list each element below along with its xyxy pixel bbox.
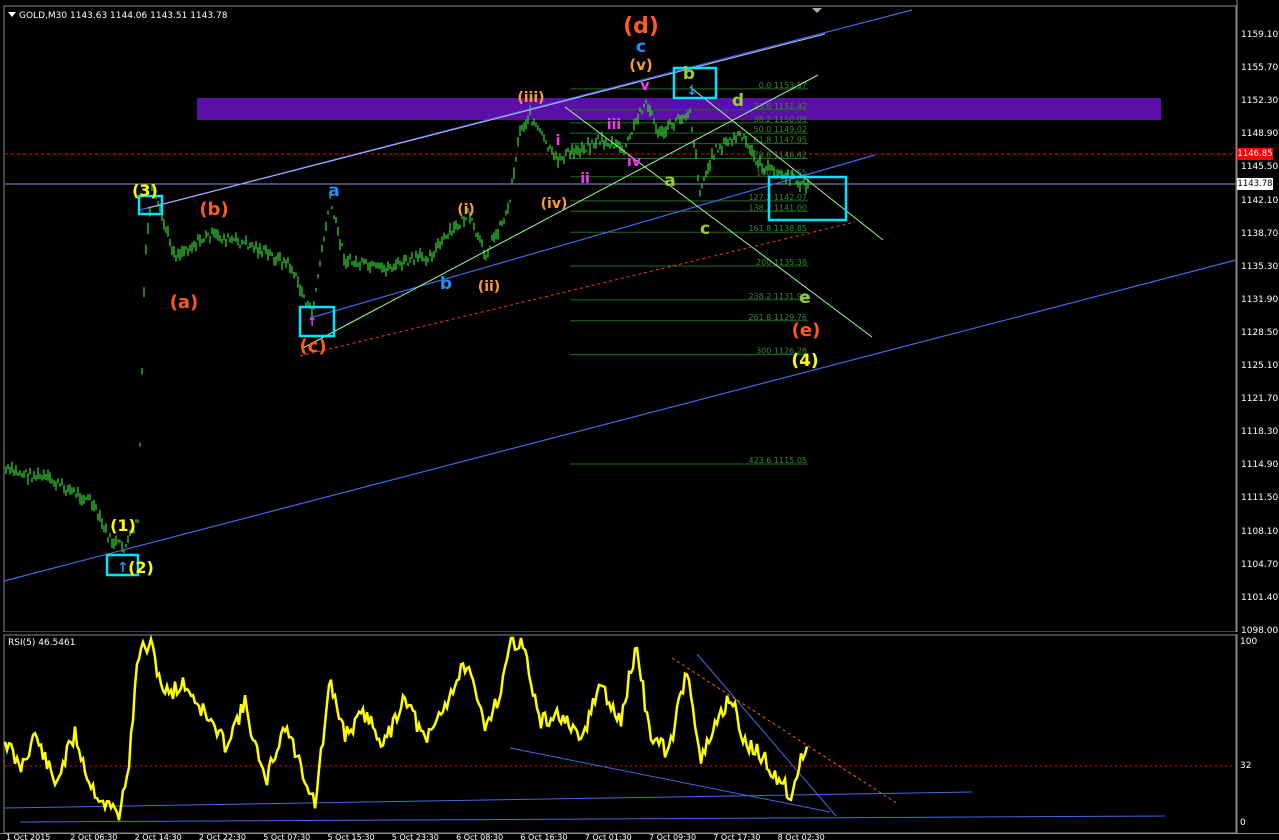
price-axis-label: 1118.30 [1241, 427, 1279, 438]
wave-label: (iii) [517, 90, 544, 106]
fib-level-label: 423.6 1115.05 [748, 456, 807, 465]
wave-label: d [732, 91, 744, 111]
wave-label: a [664, 171, 675, 191]
price-axis-label: 1131.90 [1241, 294, 1279, 305]
price-axis-label: 1145.50 [1241, 162, 1279, 173]
price-axis-label: 1128.50 [1241, 327, 1279, 338]
wave-label: b [440, 274, 452, 294]
symbol-title: GOLD,M30 [19, 11, 68, 21]
price-axis-label: 1125.10 [1241, 361, 1279, 371]
red-dotted-trendline[interactable] [299, 221, 856, 357]
main-price-pane[interactable]: 0.0 1153.57 23.6 1151.42 38.2 1150.09 50.0 … [0, 0, 1279, 636]
current-price-box: 1143.78 [1237, 178, 1273, 190]
wave-label: b [683, 64, 695, 84]
fib-level-label: 200 1135.38 [756, 258, 807, 267]
wave-label: c [636, 37, 646, 57]
red-line-price-box: 1146.85 [1237, 148, 1273, 160]
wave-label: ii [580, 171, 590, 187]
chart-header: GOLD,M30 1143.63 1144.06 1143.51 1143.78 [8, 11, 227, 21]
rsi-trendline-1[interactable] [509, 747, 831, 813]
fib-level-label: 161.8 1138.85 [748, 224, 807, 233]
scroll-marker-icon[interactable] [812, 8, 822, 13]
down-trendline-1[interactable] [564, 106, 873, 338]
price-series [5, 99, 809, 554]
price-axis-label: 1148.90 [1241, 129, 1279, 140]
down-arrow-icon: ↓ [686, 83, 698, 99]
wave-label: (4) [791, 351, 818, 371]
rsi-trendline-2[interactable] [696, 653, 837, 817]
price-axis-label: 1108.10 [1241, 526, 1279, 537]
price-axis-label: 1121.70 [1241, 394, 1279, 405]
price-axis-label: 1135.30 [1241, 261, 1279, 272]
price-axis-label: 1159.10 [1241, 30, 1279, 40]
rsi-line [3, 634, 809, 821]
wave-label: (c) [299, 336, 326, 357]
rsi-level-100: 100 [1240, 637, 1258, 647]
wave-label: (ii) [478, 279, 500, 295]
wave-label: i [556, 133, 561, 149]
wave-label: (1) [110, 516, 136, 535]
wave-label: iii [607, 117, 621, 133]
up-arrow-icon: ↑ [117, 560, 129, 576]
fib-level-label: 50.0 1149.02 [754, 125, 807, 134]
fib-level-label: 0.0 1153.57 [759, 81, 807, 90]
wave-label: (v) [629, 56, 653, 74]
price-axis-label: 1152.30 [1241, 96, 1279, 107]
price-axis-label: 1104.70 [1241, 559, 1279, 570]
rsi-level-0: 0 [1240, 818, 1246, 828]
wave-label: (e) [792, 320, 821, 341]
fib-level-label: 138.2 1141.00 [748, 203, 807, 212]
chart-window: 0.0 1153.57 23.6 1151.42 38.2 1150.09 50.0 … [0, 0, 1279, 840]
price-axis-label: 1101.40 [1241, 592, 1279, 603]
fib-level-label: 38.2 1150.09 [754, 115, 807, 124]
price-axis-label: 1142.10 [1241, 195, 1279, 206]
rsi-bottom-line[interactable] [19, 815, 1166, 823]
wave-label: (a) [170, 292, 199, 313]
wave-label: v [640, 78, 649, 94]
price-axis-label: 1114.90 [1241, 460, 1279, 471]
wave-label: (3) [132, 181, 158, 200]
wave-label: a [328, 181, 339, 201]
ohlc-values: 1143.63 1144.06 1143.51 1143.78 [69, 11, 228, 21]
rsi-title: RSI(5) 46.5461 [8, 638, 76, 648]
price-axis-label: 1138.70 [1241, 228, 1279, 239]
wave-label: (d) [623, 14, 659, 39]
rsi-pane[interactable]: RSI(5) 46.5461 100 32 0 [0, 634, 1279, 834]
wave-label: iv [627, 154, 641, 170]
fib-level-label: 127.2 1142.07 [748, 193, 807, 202]
wave-label: (b) [199, 199, 228, 220]
wave-label: (i) [457, 202, 475, 218]
rsi-border [3, 634, 1237, 834]
wave-label: c [700, 219, 710, 239]
upper-channel-line-2[interactable] [147, 33, 826, 209]
up-arrow-icon: ↑ [307, 315, 317, 329]
wave-label: (2) [128, 558, 154, 577]
price-axis-label: 1155.70 [1241, 63, 1279, 74]
price-axis-label: 1111.50 [1241, 493, 1279, 504]
resistance-zone [197, 98, 1161, 120]
fib-level-label: 238.2 1131.90 [748, 292, 807, 301]
fib-level-label: 23.6 1151.42 [754, 102, 807, 111]
rsi-level-32: 32 [1240, 761, 1252, 771]
wave-label: e [799, 288, 811, 308]
menu-triangle-icon[interactable] [8, 12, 16, 17]
wave-label: (iv) [541, 196, 568, 212]
